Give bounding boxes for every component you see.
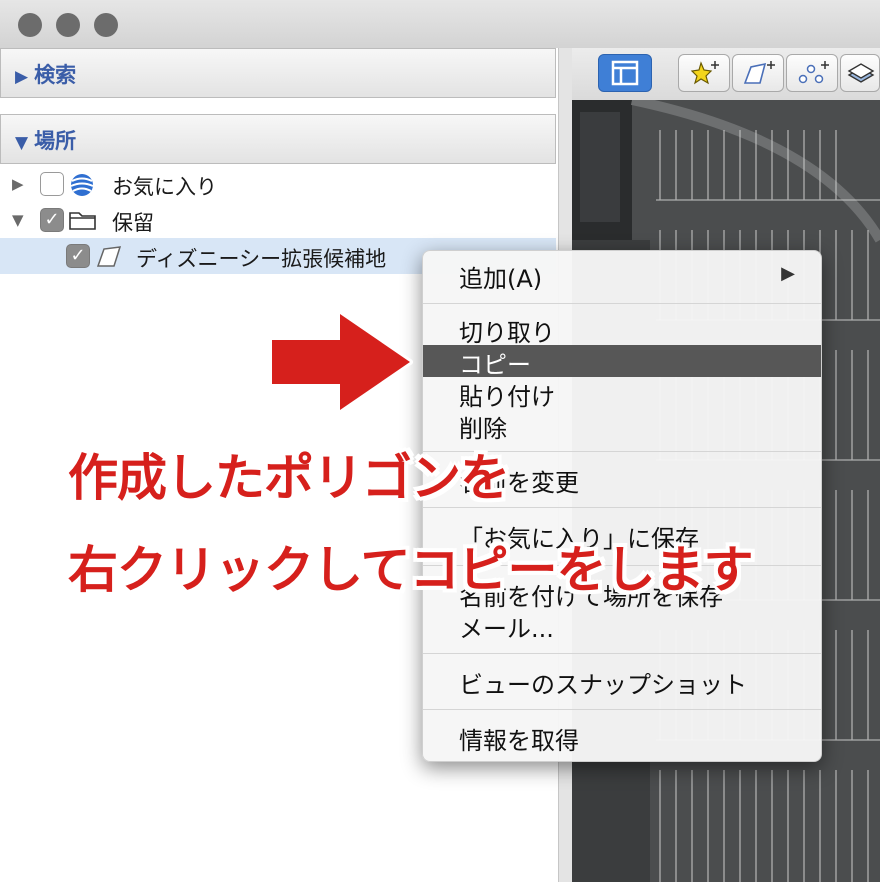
globe-icon	[68, 172, 96, 196]
close-window-button[interactable]	[18, 13, 42, 37]
menu-item-add[interactable]: 追加(A) ▶	[423, 257, 821, 293]
zoom-window-button[interactable]	[94, 13, 118, 37]
sidebar-toggle-button[interactable]	[598, 54, 652, 92]
disclosure-right-icon: ▶	[15, 67, 29, 87]
annotation-line-1: 作成したポリゴンを	[68, 449, 510, 507]
menu-item-cut[interactable]: 切り取り	[423, 311, 821, 347]
menu-item-label: メール...	[459, 615, 554, 643]
annotation-line-2: 右クリックしてコピーをします	[68, 541, 753, 599]
add-placemark-button[interactable]	[678, 54, 730, 92]
polygon-icon	[94, 244, 122, 268]
menu-item-delete[interactable]: 削除	[423, 407, 821, 443]
add-overlay-icon	[847, 63, 875, 83]
places-section-header[interactable]: ▼ 場所	[0, 114, 556, 164]
pending-checkbox[interactable]: ✓	[40, 208, 64, 232]
window-titlebar	[0, 0, 880, 49]
add-polygon-icon	[743, 61, 775, 84]
disclosure-right-icon[interactable]: ▶	[12, 175, 24, 193]
menu-separator	[423, 303, 821, 304]
add-placemark-icon	[690, 61, 719, 85]
tree-item-label: ディズニーシー拡張候補地	[136, 247, 387, 271]
places-header-label: 場所	[34, 129, 77, 153]
tree-item-label: お気に入り	[112, 175, 217, 199]
menu-item-copy[interactable]: コピー	[423, 345, 821, 379]
favorites-checkbox[interactable]	[40, 172, 64, 196]
disclosure-down-icon: ▼	[15, 133, 29, 153]
search-header-label: 検索	[34, 63, 77, 87]
minimize-window-button[interactable]	[56, 13, 80, 37]
menu-item-snapshot-view[interactable]: ビューのスナップショット	[423, 663, 821, 699]
menu-separator	[423, 709, 821, 710]
disclosure-down-icon[interactable]: ▼	[12, 211, 24, 229]
menu-item-label: ビューのスナップショット	[459, 671, 747, 699]
tree-item-label: 保留	[112, 211, 154, 235]
add-path-button[interactable]	[786, 54, 838, 92]
submenu-arrow-icon: ▶	[781, 263, 795, 284]
menu-item-get-info[interactable]: 情報を取得	[423, 719, 821, 755]
add-overlay-button[interactable]	[840, 54, 880, 92]
sidebar-toggle-icon	[611, 60, 639, 86]
menu-item-label: 切り取り	[459, 319, 555, 347]
add-path-icon	[798, 61, 829, 84]
menu-separator	[423, 653, 821, 654]
menu-item-paste[interactable]: 貼り付け	[423, 375, 821, 411]
menu-item-email[interactable]: メール...	[423, 607, 821, 643]
polygon-checkbox[interactable]: ✓	[66, 244, 90, 268]
map-toolbar	[572, 48, 880, 101]
search-section-header[interactable]: ▶ 検索	[0, 48, 556, 98]
folder-icon	[68, 208, 96, 232]
menu-item-label: 追加(A)	[459, 265, 543, 293]
tree-row-favorites[interactable]: ▶ お気に入り	[0, 166, 556, 202]
annotation-arrow-icon	[269, 311, 413, 413]
tree-row-pending[interactable]: ▼ ✓ 保留	[0, 202, 556, 238]
menu-item-label: 情報を取得	[459, 727, 579, 755]
add-polygon-button[interactable]	[732, 54, 784, 92]
